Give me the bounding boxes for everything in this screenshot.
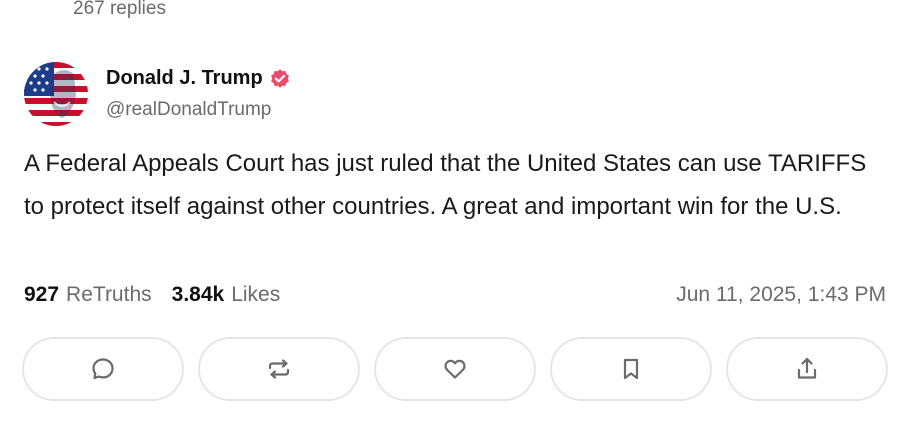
user-handle[interactable]: @realDonaldTrump bbox=[106, 99, 291, 121]
avatar[interactable] bbox=[24, 62, 88, 126]
post-stats: 927 ReTruths 3.84k Likes Jun 11, 2025, 1… bbox=[24, 283, 886, 307]
reply-button[interactable] bbox=[22, 337, 184, 401]
verified-badge-icon bbox=[269, 68, 291, 90]
retruths-label: ReTruths bbox=[66, 283, 152, 306]
retruths-stat[interactable]: 927 ReTruths bbox=[24, 283, 152, 307]
display-name[interactable]: Donald J. Trump bbox=[106, 67, 263, 90]
repost-icon bbox=[268, 359, 290, 379]
like-button[interactable] bbox=[374, 337, 536, 401]
avatar-image bbox=[24, 62, 88, 126]
retruths-count: 927 bbox=[24, 283, 60, 306]
likes-label: Likes bbox=[231, 283, 281, 306]
reply-count[interactable]: 267 replies bbox=[73, 0, 166, 20]
likes-stat[interactable]: 3.84k Likes bbox=[172, 283, 281, 307]
action-bar bbox=[22, 337, 888, 401]
author-info: Donald J. Trump @realDonaldTrump bbox=[106, 67, 291, 121]
heart-icon bbox=[444, 359, 466, 379]
bookmark-icon bbox=[623, 358, 639, 380]
share-icon bbox=[797, 357, 817, 379]
share-button[interactable] bbox=[726, 337, 888, 401]
post-text: A Federal Appeals Court has just ruled t… bbox=[24, 150, 867, 220]
post-timestamp[interactable]: Jun 11, 2025, 1:43 PM bbox=[676, 283, 886, 307]
post-author: Donald J. Trump @realDonaldTrump bbox=[24, 62, 291, 126]
retruth-button[interactable] bbox=[198, 337, 360, 401]
bookmark-button[interactable] bbox=[550, 337, 712, 401]
name-row: Donald J. Trump bbox=[106, 67, 291, 90]
chat-bubble-icon bbox=[92, 358, 114, 380]
likes-count: 3.84k bbox=[171, 283, 225, 306]
